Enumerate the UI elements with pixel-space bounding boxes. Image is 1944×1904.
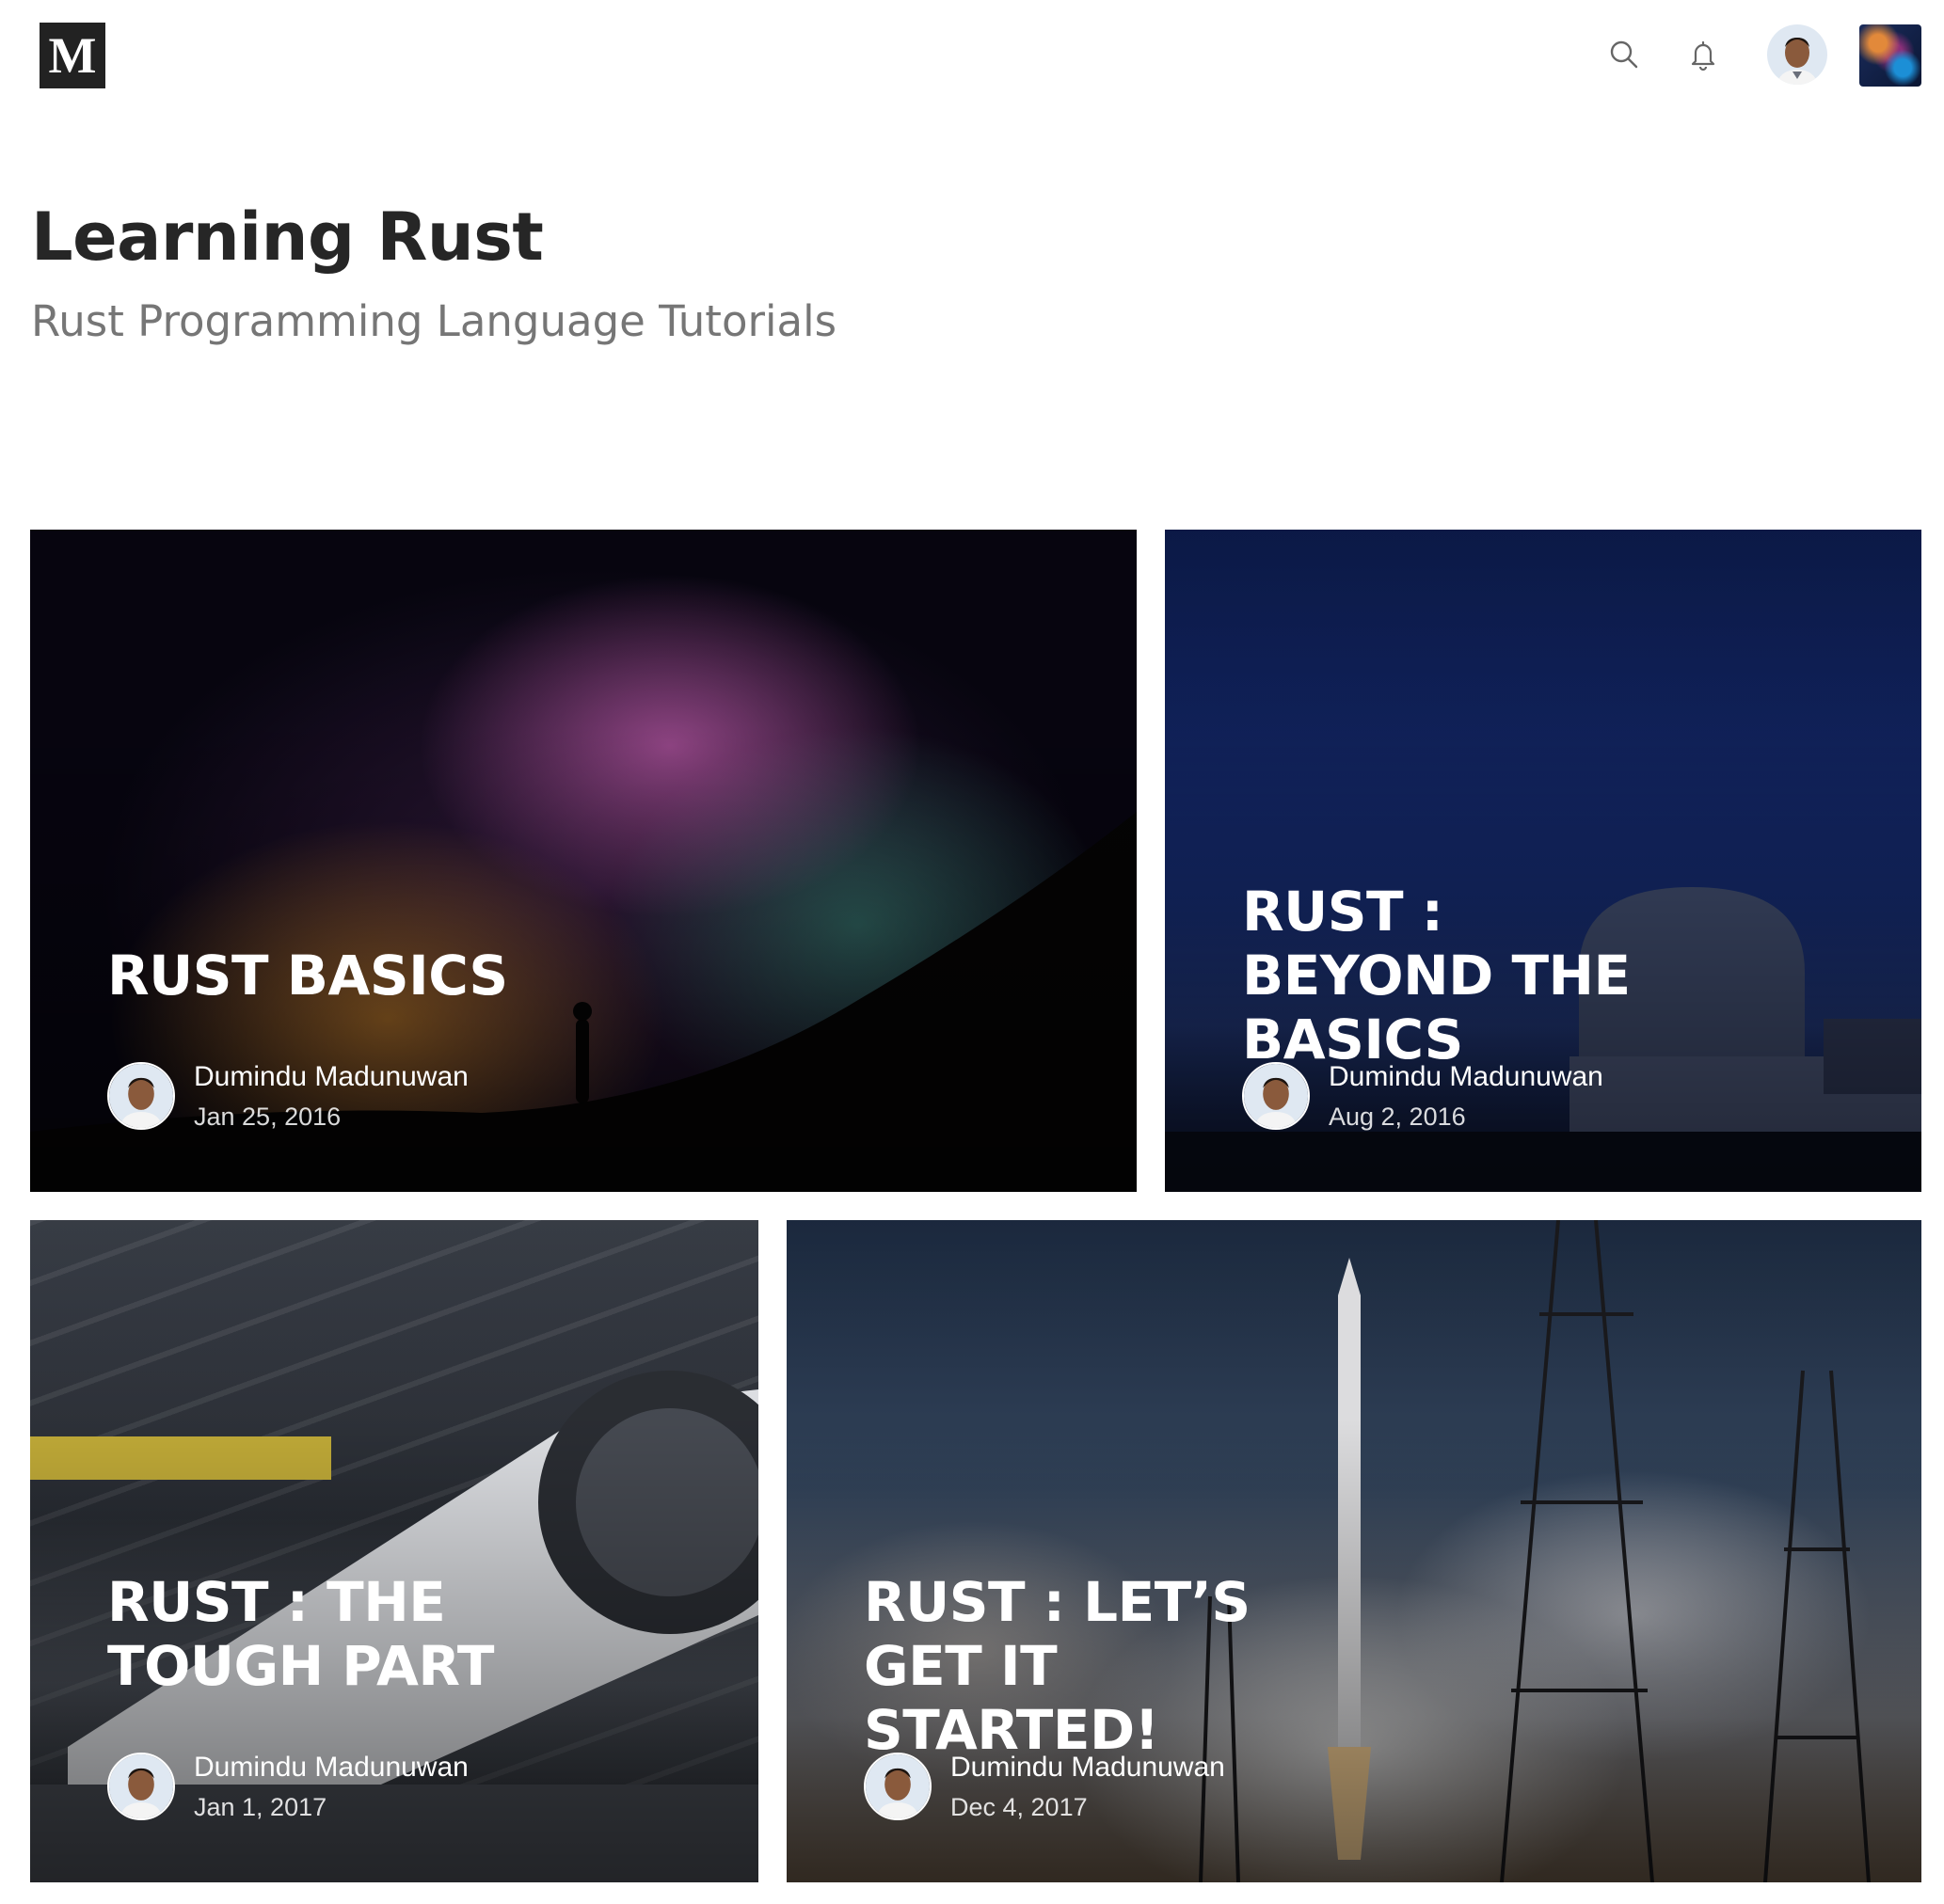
post-title[interactable]: RUST : THE TOUGH PART	[107, 1570, 502, 1698]
author-name[interactable]: Dumindu Madunuwan	[950, 1749, 1225, 1786]
post-title[interactable]: RUST : LET’S GET IT STARTED!	[864, 1570, 1334, 1762]
post-title[interactable]: RUST BASICS	[107, 944, 954, 1008]
post-date: Dec 4, 2017	[950, 1793, 1088, 1821]
post-title[interactable]: RUST : BEYOND THE BASICS	[1242, 880, 1694, 1071]
post-date: Jan 25, 2016	[194, 1103, 342, 1131]
publication-page: M Learning Rust Rust Programming Languag…	[0, 0, 1944, 1904]
author-avatar[interactable]	[107, 1062, 175, 1130]
publication-thumbnail[interactable]	[1859, 24, 1921, 87]
search-icon[interactable]	[1605, 36, 1643, 73]
user-avatar[interactable]	[1767, 24, 1827, 85]
post-date: Aug 2, 2016	[1329, 1103, 1466, 1131]
post-card[interactable]: RUST : THE TOUGH PART Dumindu Madunuwan …	[30, 1220, 758, 1882]
publication-title: Learning Rust	[31, 198, 544, 276]
post-card[interactable]: RUST BASICS Dumindu Madunuwan Jan 25, 20…	[30, 530, 1137, 1192]
author-avatar[interactable]	[864, 1753, 932, 1820]
author-avatar[interactable]	[107, 1753, 175, 1820]
author-name[interactable]: Dumindu Madunuwan	[1329, 1058, 1603, 1096]
medium-logo[interactable]: M	[40, 23, 105, 88]
author-name[interactable]: Dumindu Madunuwan	[194, 1749, 469, 1786]
author-avatar[interactable]	[1242, 1062, 1310, 1130]
post-date: Jan 1, 2017	[194, 1793, 327, 1821]
post-card[interactable]: RUST : BEYOND THE BASICS Dumindu Madunuw…	[1165, 530, 1921, 1192]
bell-icon[interactable]	[1684, 36, 1722, 73]
author-name[interactable]: Dumindu Madunuwan	[194, 1058, 469, 1096]
publication-subtitle: Rust Programming Language Tutorials	[31, 296, 837, 346]
post-card[interactable]: RUST : LET’S GET IT STARTED! Dumindu Mad…	[787, 1220, 1921, 1882]
